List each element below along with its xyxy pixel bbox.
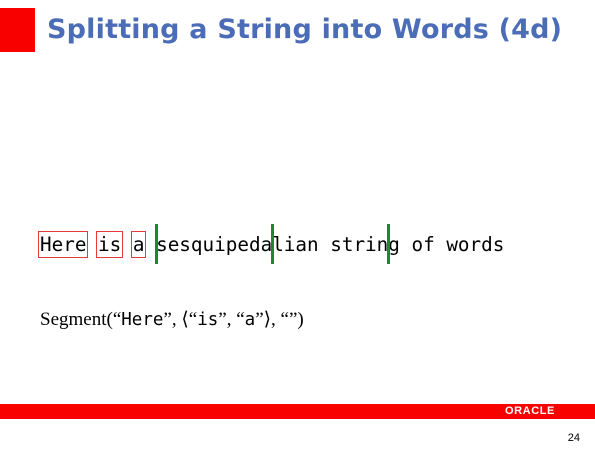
- segment-word-is: is: [197, 310, 219, 330]
- boxed-word-a: a: [130, 230, 147, 258]
- segment-sep-2: ”, “: [218, 309, 245, 330]
- segment-marker-bar-1: [154, 224, 158, 264]
- boxed-word-is: is: [96, 230, 124, 258]
- remaining-text-segment-2: lian strin: [272, 232, 389, 256]
- segment-close: ”⟩, “”): [255, 309, 304, 330]
- segment-word-a: a: [244, 310, 256, 330]
- slide-title: Splitting a String into Words (4d): [47, 14, 563, 45]
- segment-marker-bar-3: [386, 224, 390, 264]
- oracle-logo: ORACLE: [504, 405, 555, 417]
- page-number: 24: [567, 432, 580, 444]
- segment-fn-open: Segment(“: [40, 309, 122, 330]
- segment-arg-here: Here: [121, 310, 164, 330]
- remaining-text-segment-1: sesquipeda: [156, 232, 273, 256]
- remaining-text-segment-3: g of words: [388, 232, 505, 256]
- corner-accent-block: [0, 8, 35, 52]
- example-sentence: Here is a sesquipeda lian strin g of words: [37, 224, 505, 264]
- segment-expression: Segment(“Here”, ⟨“is”, “a”⟩, “”): [40, 308, 304, 331]
- segment-sep-1: ”, ⟨“: [163, 309, 198, 330]
- boxed-word-here: Here: [37, 230, 89, 258]
- segment-marker-bar-2: [270, 224, 274, 264]
